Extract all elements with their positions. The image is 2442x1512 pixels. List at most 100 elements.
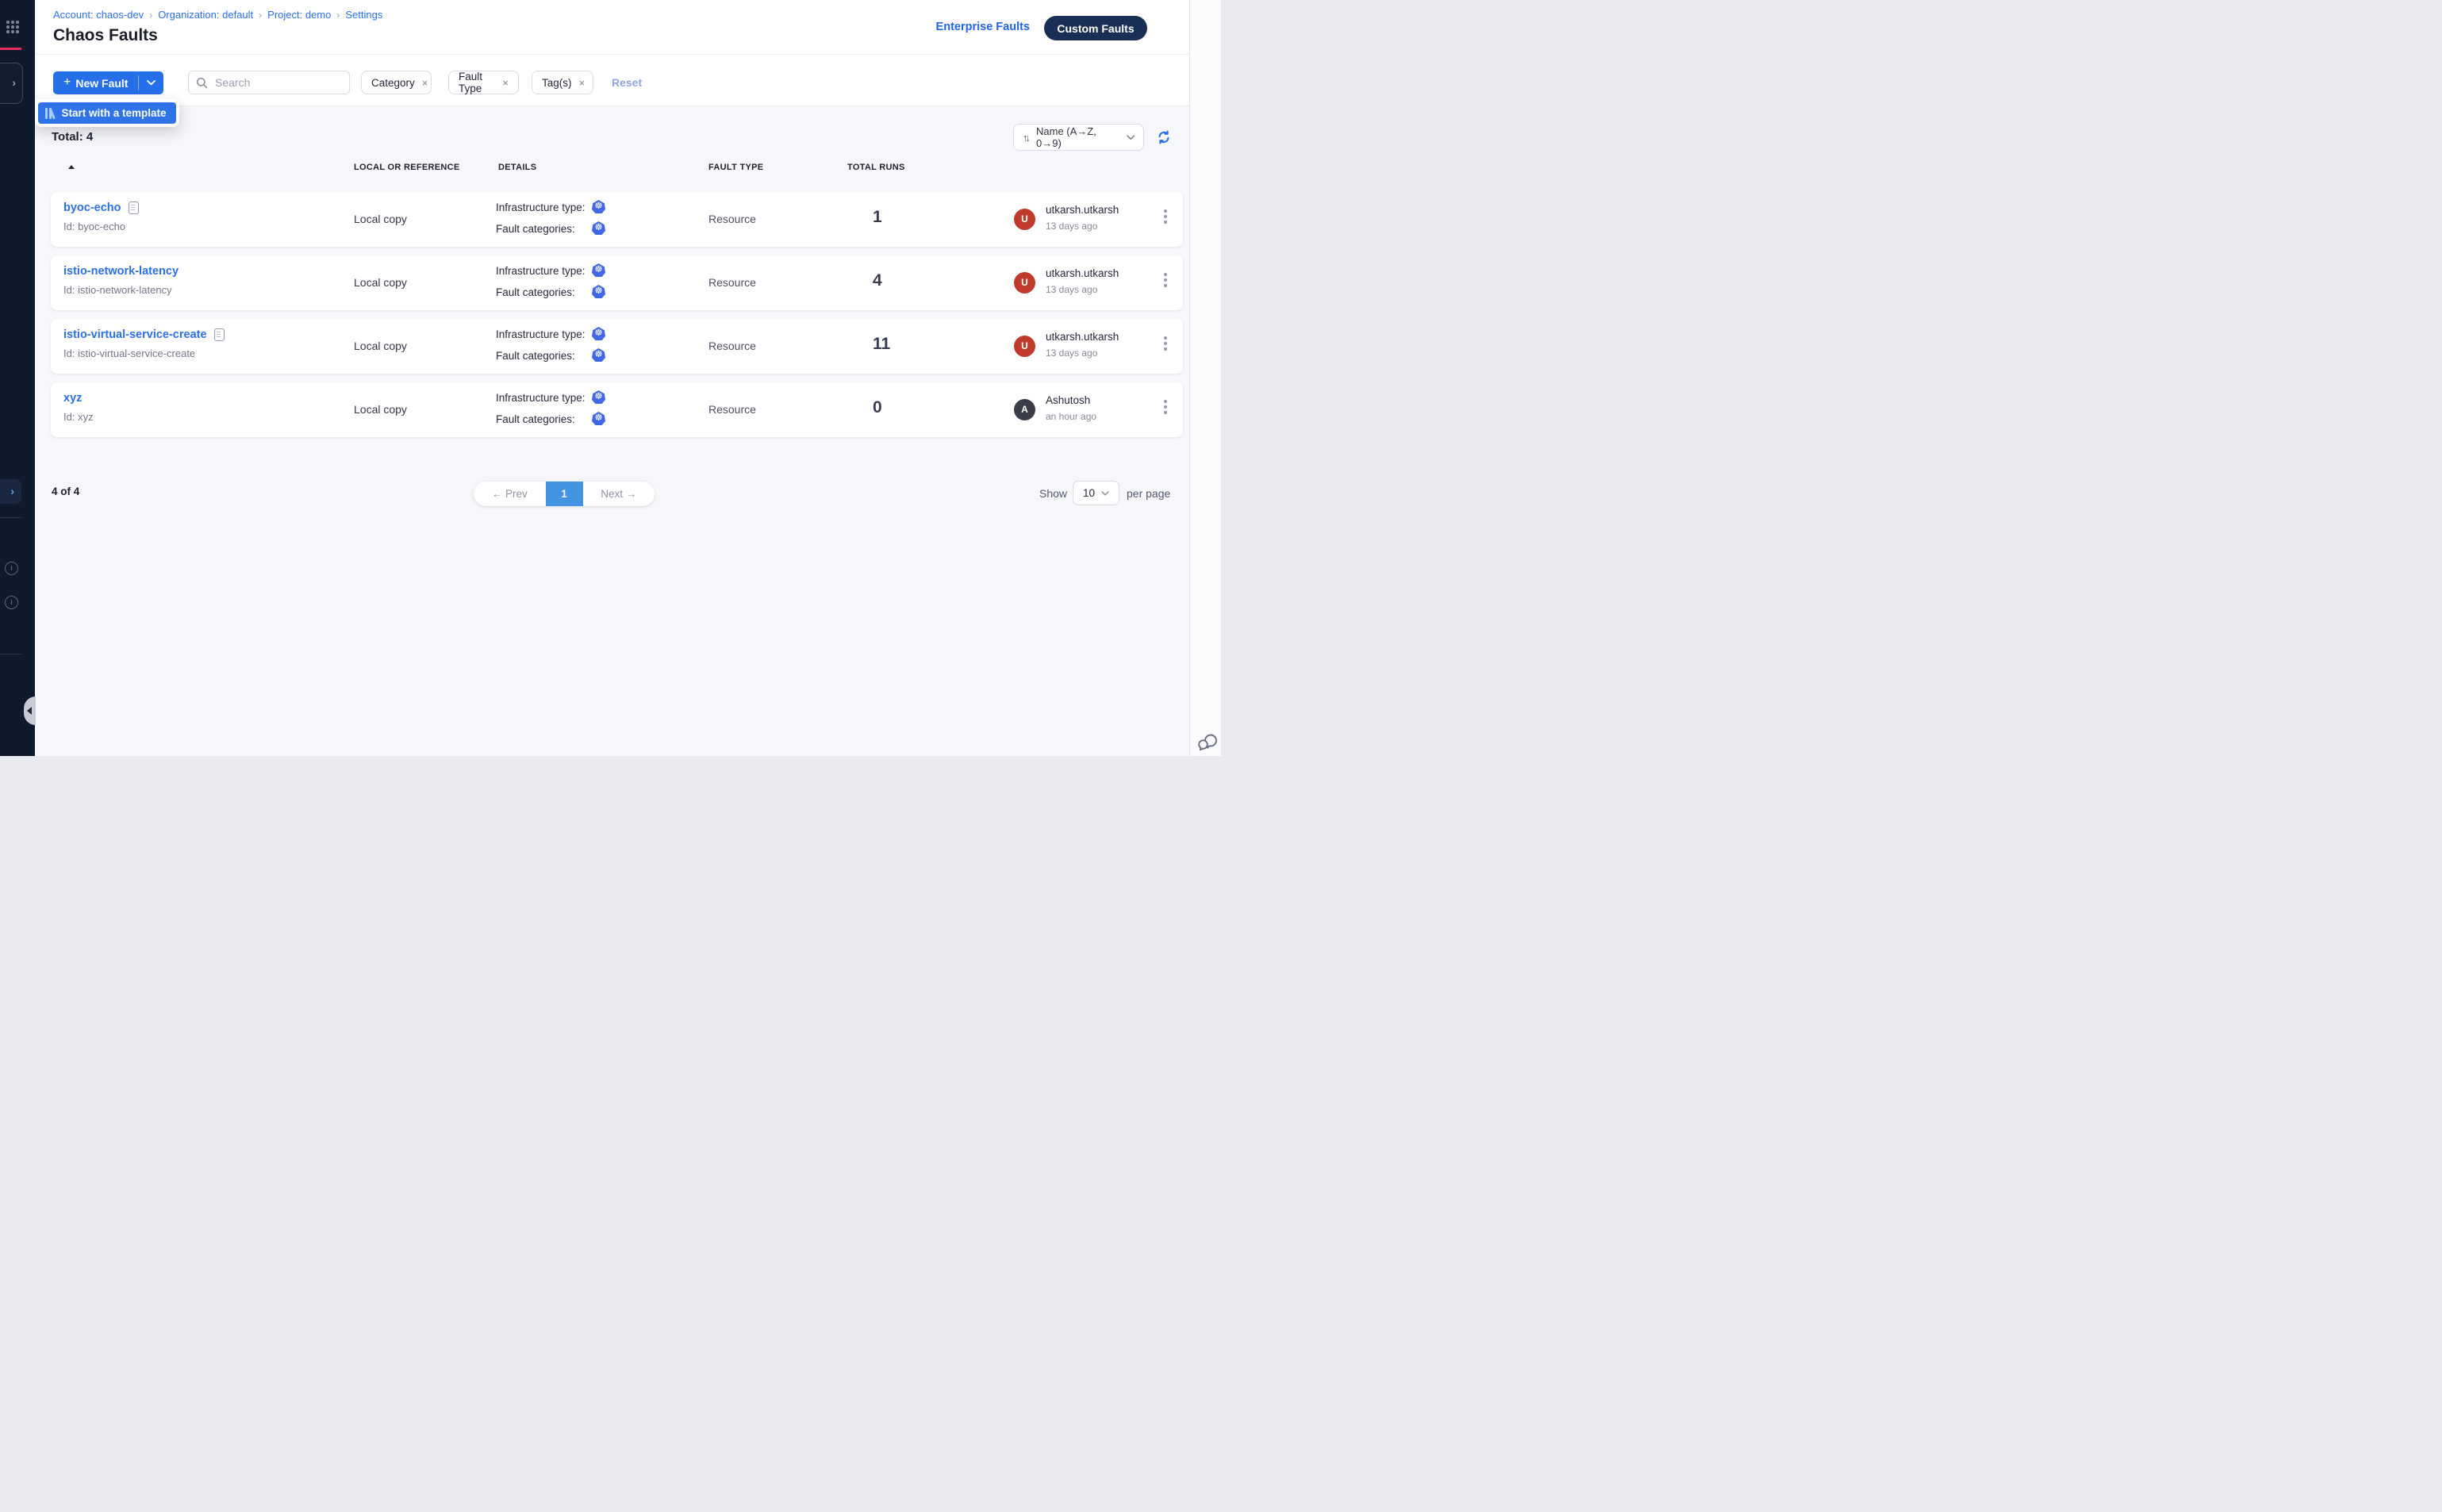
breadcrumb-account-link[interactable]: Account: chaos-dev <box>53 9 144 21</box>
kubernetes-icon: ☸ <box>592 348 605 362</box>
table-row: istio-virtual-service-create Id: istio-v… <box>51 319 1183 374</box>
breadcrumb-separator: › <box>259 10 262 21</box>
kebab-menu-icon[interactable] <box>1161 400 1169 416</box>
infra-type-label: Infrastructure type: <box>496 201 586 213</box>
remove-filter-icon[interactable]: × <box>579 77 586 89</box>
modified-time: an hour ago <box>1046 411 1096 422</box>
fault-name-cell: istio-virtual-service-create Id: istio-v… <box>63 328 225 359</box>
doc-outline-icon[interactable] <box>214 328 225 341</box>
breadcrumb-org-link[interactable]: Organization: default <box>158 9 253 21</box>
local-or-reference-value: Local copy <box>354 213 407 225</box>
grid-menu-icon[interactable] <box>6 21 19 33</box>
modified-time: 13 days ago <box>1046 221 1119 232</box>
sort-asc-icon <box>68 165 75 169</box>
avatar: U <box>1014 336 1035 357</box>
doc-outline-icon[interactable] <box>129 201 139 214</box>
kubernetes-icon: ☸ <box>592 327 605 340</box>
collapse-sidebar-handle[interactable] <box>24 697 36 725</box>
enterprise-faults-link[interactable]: Enterprise Faults <box>936 21 1030 33</box>
details-cell: Infrastructure type: Fault categories: ☸… <box>496 382 678 437</box>
pagination-page-1[interactable]: 1 <box>546 482 583 506</box>
sort-dropdown[interactable]: ↑↓ Name (A→Z, 0→9) <box>1013 124 1144 151</box>
breadcrumb-project-link[interactable]: Project: demo <box>267 9 331 21</box>
fault-name-link[interactable]: istio-network-latency <box>63 265 179 278</box>
new-fault-menu: Start with a template <box>35 99 179 127</box>
col-total-runs: TOTAL RUNS <box>847 163 905 172</box>
local-or-reference-value: Local copy <box>354 276 407 289</box>
last-modified-cell: utkarsh.utkarsh 13 days ago <box>1046 331 1119 359</box>
fault-type-value: Resource <box>708 403 756 416</box>
breadcrumb-separator: › <box>336 10 340 21</box>
last-modified-cell: utkarsh.utkarsh 13 days ago <box>1046 267 1119 295</box>
info-icon[interactable]: i <box>5 596 18 609</box>
fault-categories-label: Fault categories: <box>496 413 575 425</box>
new-fault-split-button[interactable]: + New Fault <box>53 71 163 94</box>
table-row: byoc-echo Id: byoc-echo Local copy Infra… <box>51 192 1183 247</box>
info-icon[interactable]: i <box>5 562 18 575</box>
page-title: Chaos Faults <box>53 26 158 45</box>
kubernetes-icon: ☸ <box>592 412 605 425</box>
search-box[interactable] <box>188 71 350 94</box>
breadcrumb-separator: › <box>149 10 152 21</box>
filter-chip-tags[interactable]: Tag(s) × <box>532 71 593 94</box>
modified-time: 13 days ago <box>1046 347 1119 359</box>
breadcrumb: Account: chaos-dev › Organization: default… <box>53 9 382 21</box>
fault-categories-label: Fault categories: <box>496 223 575 235</box>
pagination-next-button[interactable]: Next → <box>583 482 655 506</box>
chevron-right-icon: › <box>10 485 14 497</box>
col-fault-name[interactable]: FAULT NAME <box>63 163 75 172</box>
fault-categories-label: Fault categories: <box>496 286 575 298</box>
local-or-reference-value: Local copy <box>354 340 407 352</box>
filter-chip-fault-type[interactable]: Fault Type × <box>448 71 519 94</box>
chat-support-icon[interactable] <box>1196 730 1218 752</box>
expand-panel-blue-button[interactable]: › <box>0 479 21 504</box>
kebab-menu-icon[interactable] <box>1161 336 1169 353</box>
total-runs-value: 0 <box>873 398 882 417</box>
remove-filter-icon[interactable]: × <box>502 77 509 89</box>
show-label: Show <box>1039 487 1067 500</box>
details-cell: Infrastructure type: Fault categories: ☸… <box>496 319 678 374</box>
per-page-value: 10 <box>1083 487 1095 499</box>
kebab-menu-icon[interactable] <box>1161 273 1169 290</box>
kebab-menu-icon[interactable] <box>1161 209 1169 226</box>
reset-filters-button[interactable]: Reset <box>612 76 642 89</box>
custom-faults-button[interactable]: Custom Faults <box>1044 16 1147 40</box>
new-fault-label: New Fault <box>75 77 128 90</box>
search-input[interactable] <box>213 75 336 90</box>
per-page-select[interactable]: 10 <box>1073 481 1119 505</box>
refresh-icon[interactable] <box>1157 130 1171 144</box>
fault-name-link[interactable]: byoc-echo <box>63 201 121 214</box>
title-band: Account: chaos-dev › Organization: default… <box>35 0 1189 55</box>
menu-item-start-with-template[interactable]: Start with a template <box>38 102 176 124</box>
result-count: 4 of 4 <box>52 485 79 497</box>
kubernetes-icon: ☸ <box>592 390 605 404</box>
modified-time: 13 days ago <box>1046 284 1119 295</box>
fault-categories-label: Fault categories: <box>496 350 575 362</box>
fault-id: Id: xyz <box>63 411 94 423</box>
new-fault-dropdown-toggle[interactable] <box>139 71 163 94</box>
new-fault-button[interactable]: + New Fault <box>53 71 138 94</box>
remove-filter-icon[interactable]: × <box>422 77 428 89</box>
template-icon <box>45 108 56 119</box>
col-local-or-reference: LOCAL OR REFERENCE <box>354 163 460 172</box>
user-name: Ashutosh <box>1046 394 1096 406</box>
fault-name-link[interactable]: istio-virtual-service-create <box>63 328 207 341</box>
table-row: xyz Id: xyz Local copy Infrastructure ty… <box>51 382 1183 437</box>
filter-chip-category[interactable]: Category × <box>361 71 432 94</box>
per-page-label: per page <box>1127 487 1170 500</box>
fault-name-cell: istio-network-latency Id: istio-network-… <box>63 265 179 296</box>
col-details: DETAILS <box>498 163 536 172</box>
expand-panel-button[interactable]: › <box>0 63 23 104</box>
breadcrumb-settings-link[interactable]: Settings <box>345 9 382 21</box>
table-row: istio-network-latency Id: istio-network-… <box>51 255 1183 310</box>
fault-name-cell: xyz Id: xyz <box>63 392 94 423</box>
pagination-prev-button[interactable]: ← Prev <box>474 482 546 506</box>
chevron-right-icon: › <box>12 76 16 89</box>
fault-type-value: Resource <box>708 340 756 352</box>
col-fault-type: FAULT TYPE <box>708 163 763 172</box>
collapse-arrow-icon <box>27 707 32 715</box>
fault-name-link[interactable]: xyz <box>63 392 82 405</box>
avatar: U <box>1014 272 1035 294</box>
local-or-reference-value: Local copy <box>354 403 407 416</box>
chaos-faults-page: › › i i Account: chaos-dev › Organization:… <box>0 0 1221 756</box>
